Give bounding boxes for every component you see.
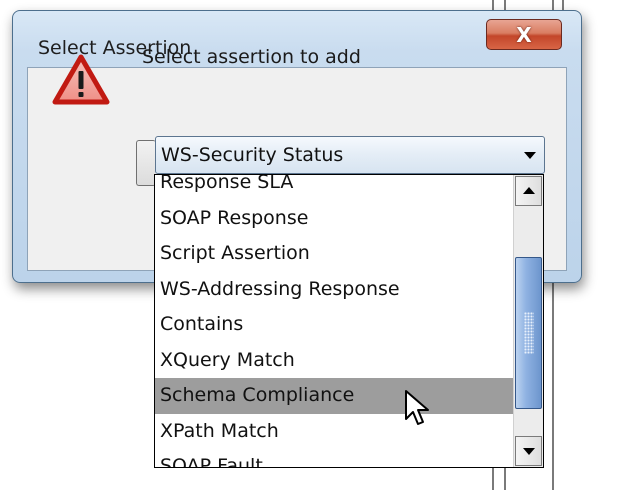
arrow-pointer-icon: [405, 390, 429, 425]
list-item[interactable]: XQuery Match: [155, 343, 514, 379]
assertion-select[interactable]: WS-Security Status: [155, 136, 545, 174]
scroll-thumb[interactable]: [515, 257, 542, 409]
list-item[interactable]: XPath Match: [155, 414, 514, 450]
list-item[interactable]: Contains: [155, 307, 514, 343]
grip-icon: [524, 312, 534, 354]
assertion-dropdown-list[interactable]: Response SLA SOAP Response Script Assert…: [154, 174, 544, 468]
chevron-down-icon[interactable]: [524, 152, 536, 159]
close-icon: X: [516, 22, 532, 47]
selected-value: WS-Security Status: [161, 144, 344, 166]
list-item[interactable]: SOAP Response: [155, 201, 514, 237]
vertical-scrollbar[interactable]: [513, 175, 543, 467]
list-item[interactable]: WS-Addressing Response: [155, 272, 514, 308]
arrow-down-icon: [523, 448, 535, 455]
list-item-highlighted[interactable]: Schema Compliance: [155, 378, 514, 414]
ok-button[interactable]: [136, 140, 156, 186]
list: Response SLA SOAP Response Script Assert…: [155, 175, 514, 467]
warning-triangle-icon: [52, 54, 110, 105]
list-item[interactable]: SOAP Fault: [155, 449, 514, 467]
arrow-up-icon: [523, 187, 535, 194]
scroll-up-button[interactable]: [515, 176, 542, 206]
prompt-label: Select assertion to add: [142, 46, 361, 68]
list-item[interactable]: Script Assertion: [155, 236, 514, 272]
scroll-down-button[interactable]: [515, 436, 542, 466]
close-button[interactable]: X: [486, 19, 562, 50]
list-item[interactable]: Response SLA: [155, 175, 514, 201]
